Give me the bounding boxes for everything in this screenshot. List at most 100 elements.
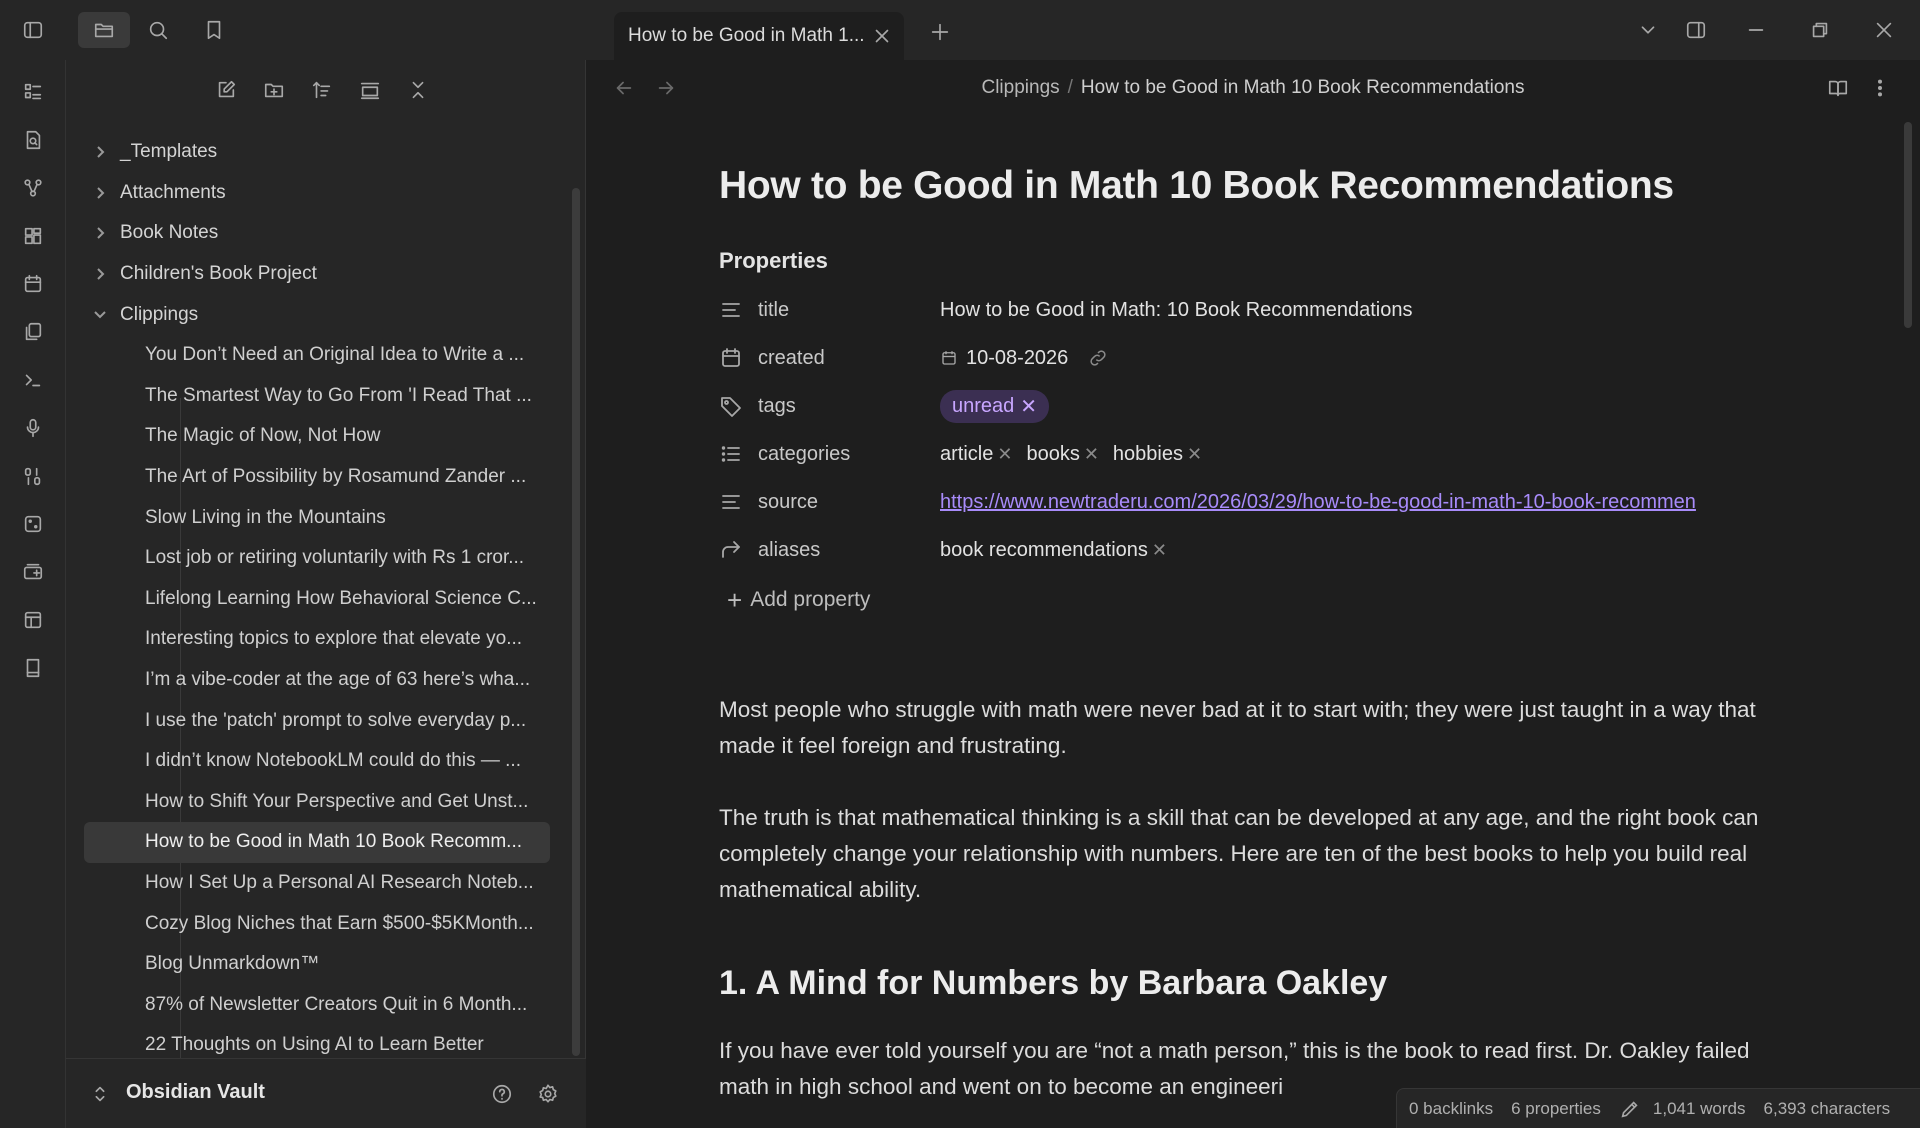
property-value[interactable]: 10-08-2026	[940, 347, 1108, 370]
add-property-button[interactable]: + Add property	[719, 580, 1759, 620]
pencil-icon[interactable]	[1619, 1098, 1641, 1120]
list-item[interactable]: How to Shift Your Perspective and Get Un…	[66, 782, 566, 823]
properties-heading[interactable]: Properties	[719, 248, 1759, 274]
collapse-all-icon[interactable]	[400, 72, 436, 108]
vault-switcher-bar: Obsidian Vault	[66, 1058, 586, 1128]
remove-tag-icon[interactable]: ✕	[1020, 394, 1037, 419]
text-lines-icon	[719, 298, 743, 322]
editor-scrollbar[interactable]	[1904, 122, 1912, 328]
file-label: Lifelong Learning How Behavioral Science…	[145, 587, 537, 609]
tab-active-note[interactable]: How to be Good in Math 1...	[614, 12, 904, 60]
property-key[interactable]: aliases	[758, 539, 820, 562]
auto-reveal-icon[interactable]	[352, 72, 388, 108]
card-add-icon[interactable]	[15, 554, 51, 590]
list-item[interactable]: How I Set Up a Personal AI Research Note…	[66, 863, 566, 904]
properties-count[interactable]: 6 properties	[1511, 1099, 1601, 1119]
list-item[interactable]: Cozy Blog Niches that Earn $500-$5KMonth…	[66, 903, 566, 944]
folder-label: Attachments	[120, 181, 226, 203]
terminal-icon[interactable]	[15, 362, 51, 398]
tab-list-chevron-icon[interactable]	[1630, 12, 1666, 48]
backlinks-count[interactable]: 0 backlinks	[1409, 1099, 1493, 1119]
new-note-icon[interactable]	[208, 72, 244, 108]
help-icon[interactable]	[484, 1076, 520, 1112]
property-key[interactable]: created	[758, 347, 825, 370]
list-item[interactable]: Slow Living in the Mountains	[66, 497, 566, 538]
property-key[interactable]: source	[758, 491, 818, 514]
list-item[interactable]: Blog Unmarkdown™	[66, 944, 566, 985]
alias-pill[interactable]: book recommendations	[940, 539, 1148, 562]
reading-view-icon[interactable]	[1820, 70, 1856, 106]
breadcrumb-folder[interactable]: Clippings	[981, 77, 1059, 98]
list-item[interactable]: I didn’t know NotebookLM could do this —…	[66, 741, 566, 782]
list-item[interactable]: Interesting topics to explore that eleva…	[66, 619, 566, 660]
layout-icon[interactable]	[15, 602, 51, 638]
binary-icon[interactable]	[15, 458, 51, 494]
paragraph[interactable]: The truth is that mathematical thinking …	[719, 800, 1759, 908]
more-options-icon[interactable]	[1862, 70, 1898, 106]
list-item[interactable]: Lost job or retiring voluntarily with Rs…	[66, 538, 566, 579]
restore-window-icon[interactable]	[1802, 12, 1838, 48]
note-content: How to be Good in Math 10 Book Recommend…	[719, 164, 1759, 1105]
templates-icon[interactable]	[15, 314, 51, 350]
plus-icon: +	[727, 584, 743, 615]
folder-book-notes[interactable]: Book Notes	[66, 213, 566, 254]
vault-switch-icon[interactable]	[82, 1076, 118, 1112]
list-item[interactable]: The Art of Possibility by Rosamund Zande…	[66, 457, 566, 498]
paragraph[interactable]: Most people who struggle with math were …	[719, 692, 1759, 764]
remove-category-icon[interactable]: ✕	[1187, 444, 1202, 465]
section-heading[interactable]: 1. A Mind for Numbers by Barbara Oakley	[719, 964, 1759, 1003]
toggle-sidebar-icon[interactable]	[15, 12, 51, 48]
view-header: Clippings / How to be Good in Math 10 Book…	[586, 60, 1920, 116]
file-search-icon[interactable]	[15, 122, 51, 158]
tag-pill[interactable]: unread ✕	[940, 389, 1050, 423]
list-item[interactable]: The Magic of Now, Not How	[66, 416, 566, 457]
new-tab-icon[interactable]	[922, 14, 958, 50]
microphone-icon[interactable]	[15, 410, 51, 446]
vault-name[interactable]: Obsidian Vault	[126, 1081, 265, 1104]
book-icon[interactable]	[15, 650, 51, 686]
folder-childrens-book-project[interactable]: Children's Book Project	[66, 254, 566, 295]
outline-icon[interactable]	[15, 74, 51, 110]
dice-icon[interactable]	[15, 506, 51, 542]
link-icon[interactable]	[1088, 348, 1108, 368]
property-key[interactable]: categories	[758, 443, 850, 466]
property-key[interactable]: tags	[758, 395, 796, 418]
folder-clippings[interactable]: Clippings	[66, 294, 566, 335]
sidebar-scrollbar[interactable]	[572, 188, 580, 1056]
folder-templates[interactable]: _Templates	[66, 132, 566, 173]
list-item-active[interactable]: How to be Good in Math 10 Book Recomm...	[84, 822, 550, 863]
date-value[interactable]: 10-08-2026	[966, 347, 1068, 370]
bookmark-icon[interactable]	[196, 12, 232, 48]
date-picker-icon[interactable]	[940, 349, 958, 367]
list-item[interactable]: I’m a vibe-coder at the age of 63 here’s…	[66, 660, 566, 701]
toggle-right-sidebar-icon[interactable]	[1678, 12, 1714, 48]
remove-category-icon[interactable]: ✕	[997, 444, 1012, 465]
list-item[interactable]: You Don’t Need an Original Idea to Write…	[66, 335, 566, 376]
list-item[interactable]: 87% of Newsletter Creators Quit in 6 Mon…	[66, 984, 566, 1025]
category-pill[interactable]: books	[1026, 443, 1079, 466]
list-item[interactable]: The Smartest Way to Go From 'I Read That…	[66, 376, 566, 417]
property-value[interactable]: How to be Good in Math: 10 Book Recommen…	[940, 299, 1412, 322]
breadcrumb-current[interactable]: How to be Good in Math 10 Book Recommend…	[1081, 77, 1525, 98]
remove-alias-icon[interactable]: ✕	[1152, 540, 1167, 561]
calendar-icon[interactable]	[15, 266, 51, 302]
search-icon[interactable]	[140, 12, 176, 48]
remove-category-icon[interactable]: ✕	[1084, 444, 1099, 465]
minimize-icon[interactable]	[1738, 12, 1774, 48]
folder-icon[interactable]	[78, 12, 130, 48]
gear-icon[interactable]	[530, 1076, 566, 1112]
graph-view-icon[interactable]	[15, 170, 51, 206]
category-pill[interactable]: article	[940, 443, 993, 466]
sort-icon[interactable]	[304, 72, 340, 108]
note-title[interactable]: How to be Good in Math 10 Book Recommend…	[719, 164, 1759, 208]
folder-attachments[interactable]: Attachments	[66, 173, 566, 214]
canvas-icon[interactable]	[15, 218, 51, 254]
category-pill[interactable]: hobbies	[1113, 443, 1183, 466]
property-key[interactable]: title	[758, 299, 789, 322]
list-item[interactable]: Lifelong Learning How Behavioral Science…	[66, 579, 566, 620]
new-folder-icon[interactable]	[256, 72, 292, 108]
list-item[interactable]: I use the 'patch' prompt to solve everyd…	[66, 700, 566, 741]
close-window-icon[interactable]	[1866, 12, 1902, 48]
close-tab-icon[interactable]	[864, 18, 900, 54]
source-link[interactable]: https://www.newtraderu.com/2026/03/29/ho…	[940, 491, 1762, 514]
